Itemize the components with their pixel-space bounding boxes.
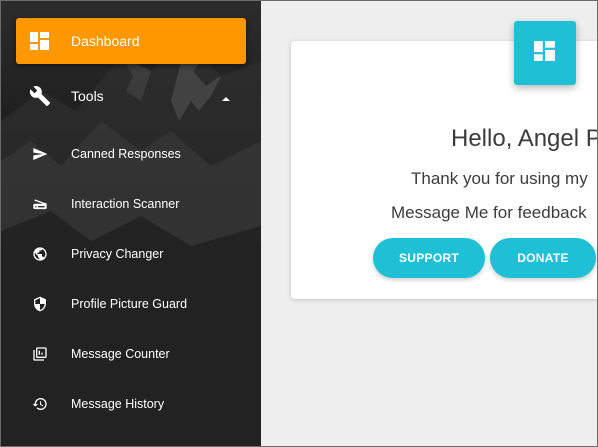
sidebar-item-label: Interaction Scanner: [71, 197, 180, 211]
sidebar-item-label: Message History: [71, 397, 165, 411]
feedback-text: Message Me for feedback: [391, 203, 587, 222]
sidebar-item-message-counter[interactable]: Message Counter: [1, 334, 261, 374]
sidebar-item-tools[interactable]: Tools: [1, 76, 261, 116]
sidebar-item-interaction-scanner[interactable]: Interaction Scanner: [1, 184, 261, 224]
counter-icon: [29, 343, 51, 365]
sidebar-item-canned-responses[interactable]: Canned Responses: [1, 134, 261, 174]
sidebar-item-profile-picture-guard[interactable]: Profile Picture Guard: [1, 284, 261, 324]
shield-icon: [29, 293, 51, 315]
sidebar-item-dashboard[interactable]: Dashboard: [16, 18, 246, 64]
donate-button[interactable]: DONATE: [490, 238, 596, 278]
sidebar-item-label: Privacy Changer: [71, 247, 164, 261]
caret-up-icon[interactable]: [221, 91, 231, 101]
card-header-badge: [514, 21, 576, 85]
dashboard-icon: [29, 30, 51, 52]
globe-icon: [29, 243, 51, 265]
sidebar: Dashboard Tools Canned Responses Interac…: [1, 1, 261, 446]
sidebar-item-label: Message Counter: [71, 347, 170, 361]
sidebar-item-label: Profile Picture Guard: [71, 297, 188, 311]
wrench-icon: [29, 85, 51, 107]
thanks-text: Thank you for using my: [411, 169, 588, 188]
sidebar-item-label: Tools: [71, 88, 104, 104]
app-window: Dashboard Tools Canned Responses Interac…: [0, 0, 598, 447]
sidebar-item-label: Canned Responses: [71, 147, 181, 161]
support-button[interactable]: SUPPORT: [373, 238, 485, 278]
sidebar-item-message-history[interactable]: Message History: [1, 384, 261, 424]
dashboard-icon: [534, 40, 556, 66]
greeting-heading: Hello, Angel P: [451, 125, 598, 152]
send-icon: [29, 143, 51, 165]
sidebar-item-privacy-changer[interactable]: Privacy Changer: [1, 234, 261, 274]
sidebar-item-label: Dashboard: [71, 33, 140, 49]
history-icon: [29, 393, 51, 415]
scanner-icon: [29, 193, 51, 215]
